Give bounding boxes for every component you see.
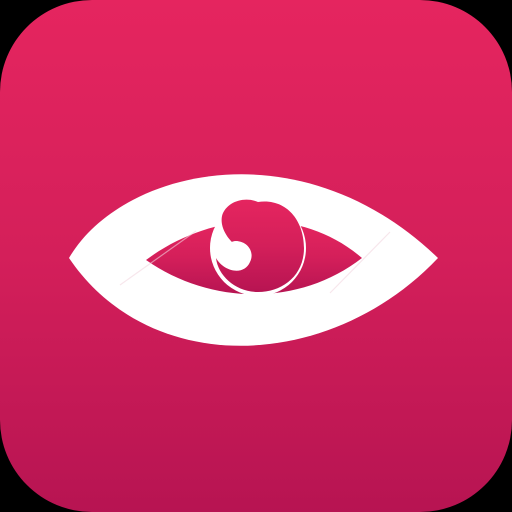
eye-icon [69, 174, 438, 346]
iris-highlight [227, 241, 245, 259]
app-icon[interactable] [0, 0, 512, 512]
